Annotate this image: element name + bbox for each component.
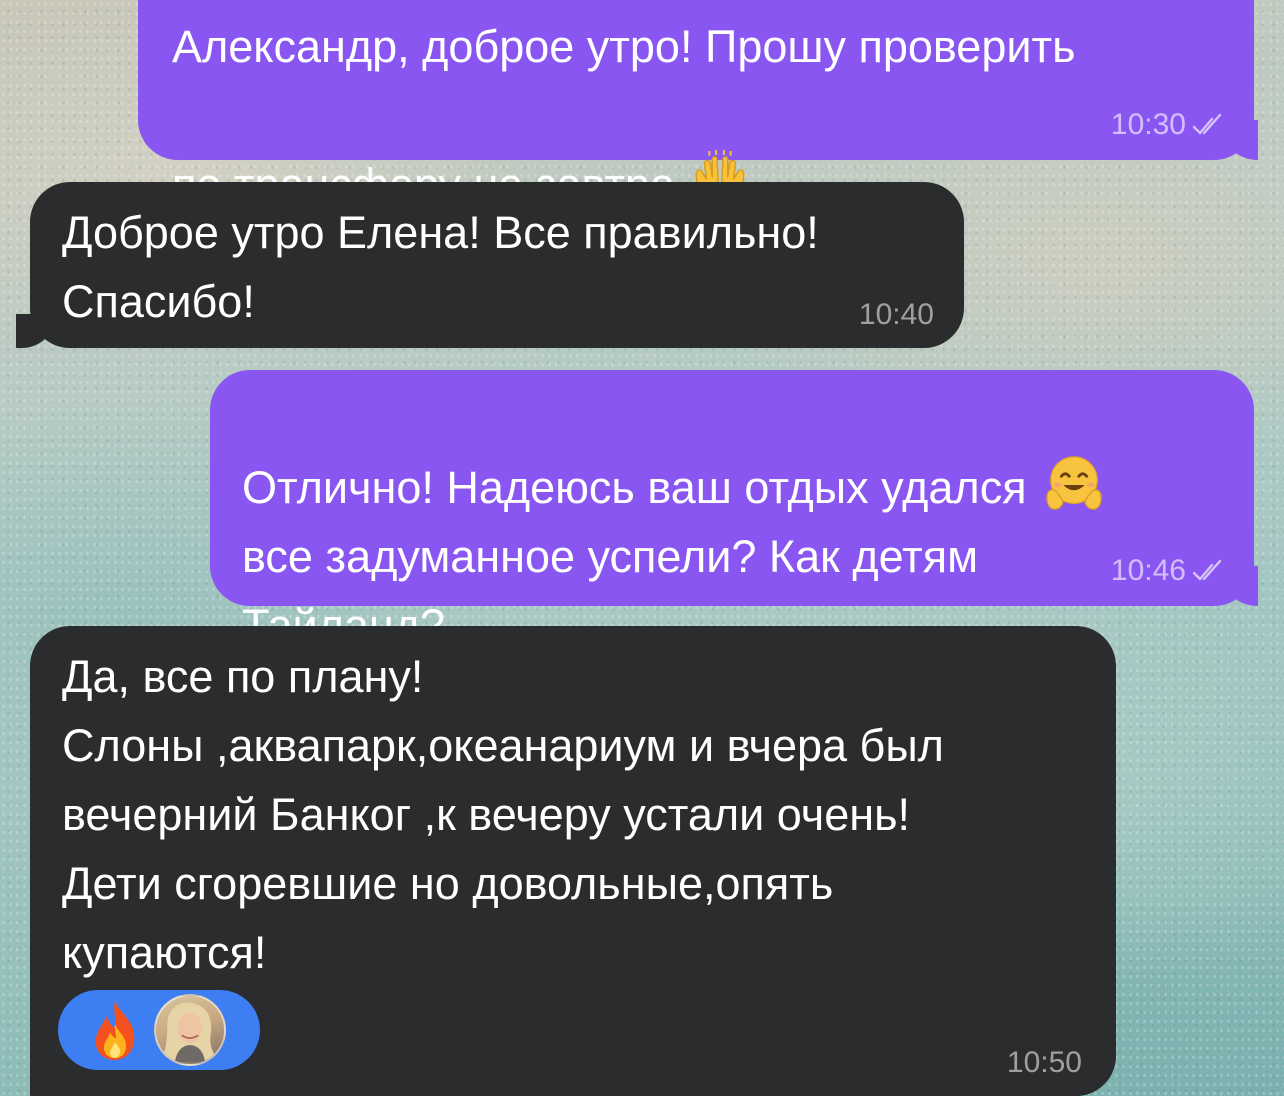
- double-check-icon: [1192, 559, 1222, 581]
- message-time: 10:46: [1110, 554, 1186, 587]
- fire-emoji: [95, 1000, 135, 1060]
- message-meta: 10:30: [1111, 110, 1230, 140]
- message-meta: 10:40: [859, 300, 934, 330]
- message-time: 10:50: [1006, 1046, 1082, 1079]
- bubble-tail: [1228, 566, 1268, 606]
- message-text: Да, все по плану! Слоны ,аквапарк,океана…: [62, 651, 944, 978]
- message-bubble-outgoing[interactable]: Отлично! Надеюсь ваш отдых удался все за…: [210, 370, 1258, 651]
- hugging-face-emoji: [1043, 384, 1105, 510]
- reaction-user-avatar: [154, 994, 226, 1066]
- message-text: Доброе утро Елена! Все правильно! Спасиб…: [62, 207, 819, 327]
- message-bubble-outgoing[interactable]: Александр, доброе утро! Прошу проверить …: [138, 0, 1258, 210]
- raising-hands-emoji: [689, 81, 751, 205]
- message-time: 10:40: [858, 298, 934, 331]
- message-text: Отлично! Надеюсь ваш отдых удался все за…: [242, 384, 1220, 660]
- reaction-pill[interactable]: [58, 990, 260, 1070]
- bubble-tail: [16, 314, 50, 348]
- message-bubble-incoming[interactable]: Да, все по плану! Слоны ,аквапарк,океана…: [30, 626, 1116, 1096]
- bubble-tail: [1228, 120, 1268, 160]
- message-meta: 10:46: [1111, 556, 1230, 586]
- message-bubble-incoming[interactable]: Доброе утро Елена! Все правильно! Спасиб…: [16, 182, 964, 348]
- message-meta: 10:50: [1007, 1048, 1082, 1078]
- message-time: 10:30: [1110, 108, 1186, 141]
- double-check-icon: [1192, 113, 1222, 135]
